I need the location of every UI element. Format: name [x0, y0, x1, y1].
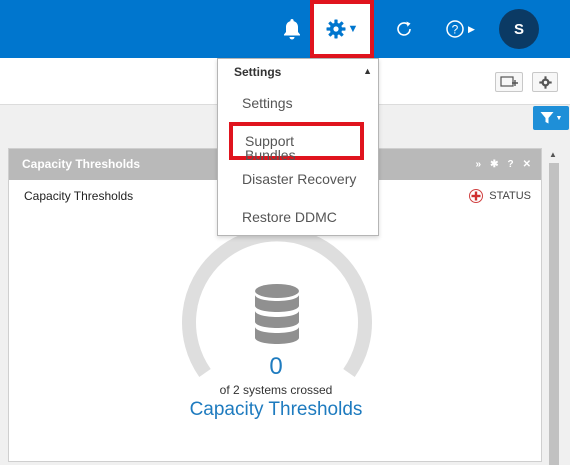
- chevron-down-icon: ▼: [347, 23, 359, 35]
- refresh-icon: [397, 21, 411, 36]
- scroll-up-icon[interactable]: ▲: [549, 150, 557, 159]
- filter-button[interactable]: ▼: [533, 106, 569, 130]
- menu-item-restore-ddmc[interactable]: Restore DDMC: [242, 209, 337, 225]
- bell-icon: [284, 19, 300, 40]
- status-label: STATUS: [489, 190, 531, 202]
- add-widget-button[interactable]: [495, 72, 523, 92]
- widget-tools: » ✱ ? ✕: [476, 149, 531, 180]
- capacity-thresholds-link[interactable]: Capacity Thresholds: [9, 399, 543, 421]
- top-navigation-bar: ▼ ? ▶ S: [0, 0, 570, 58]
- gear-icon[interactable]: ✱: [490, 159, 498, 170]
- expand-icon[interactable]: »: [476, 159, 482, 170]
- add-widget-icon: [500, 76, 518, 87]
- menu-item-settings[interactable]: Settings: [242, 95, 293, 111]
- help-icon[interactable]: ?: [508, 159, 514, 170]
- svg-text:?: ?: [452, 23, 459, 37]
- chevron-down-icon: ▼: [555, 114, 563, 122]
- help-icon: ?: [446, 20, 464, 38]
- crossed-count: 0: [269, 353, 283, 380]
- gear-icon: [538, 75, 552, 89]
- user-avatar[interactable]: S: [499, 9, 539, 49]
- widget-header-title: Capacity Thresholds: [22, 157, 141, 171]
- scrollbar-thumb[interactable]: [549, 163, 559, 465]
- crossed-subtext: of 2 systems crossed: [219, 383, 333, 397]
- refresh-button[interactable]: [393, 18, 415, 40]
- status-indicator[interactable]: STATUS: [469, 189, 531, 203]
- caret-right-icon: ▶: [468, 23, 475, 34]
- settings-dropdown-menu: Settings ▲ Settings Support Bundles Disa…: [217, 58, 379, 236]
- menu-item-disaster-recovery[interactable]: Disaster Recovery: [242, 171, 356, 187]
- filter-icon: [540, 112, 554, 124]
- status-alert-icon: [469, 189, 484, 203]
- notifications-button[interactable]: [280, 17, 304, 41]
- dashboard-settings-button[interactable]: [532, 72, 558, 92]
- widget-title: Capacity Thresholds: [24, 189, 134, 203]
- vertical-scrollbar[interactable]: ▲: [548, 148, 561, 465]
- menu-item-support-bundles[interactable]: Support Bundles: [229, 122, 364, 162]
- menu-header: Settings: [234, 65, 282, 79]
- close-icon[interactable]: ✕: [523, 159, 531, 170]
- help-menu-button[interactable]: ? ▶: [442, 17, 478, 41]
- gear-icon: [326, 19, 346, 39]
- collapse-up-icon[interactable]: ▲: [363, 66, 372, 76]
- settings-menu-button[interactable]: ▼: [310, 0, 374, 58]
- database-icon: [255, 284, 299, 344]
